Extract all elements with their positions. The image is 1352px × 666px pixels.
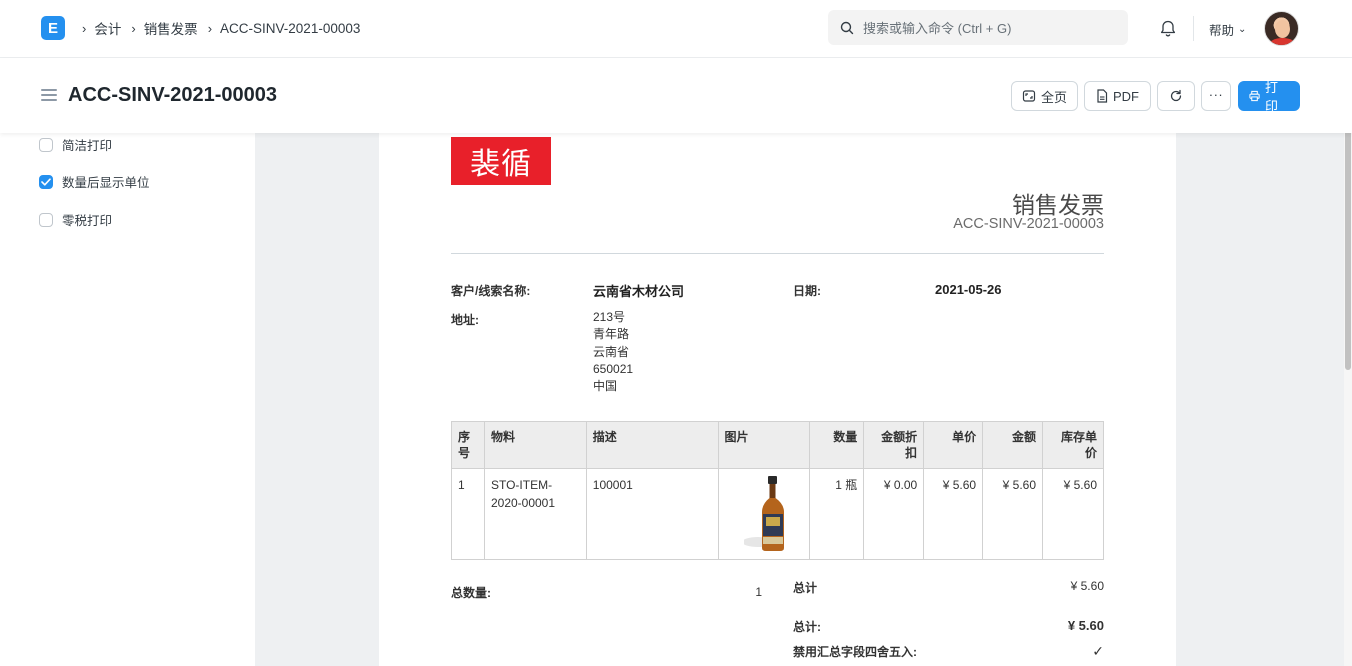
navbar-divider xyxy=(1193,16,1194,41)
customer-value: 云南省木材公司 xyxy=(593,284,685,299)
breadcrumb-accounting[interactable]: 会计 xyxy=(94,18,121,38)
address-line: 650021 xyxy=(593,361,634,376)
help-label: 帮助 xyxy=(1209,24,1235,38)
expand-icon xyxy=(1022,90,1036,102)
total-qty-value: 1 xyxy=(755,585,762,599)
print-button[interactable]: 打印 xyxy=(1238,80,1300,114)
avatar-face xyxy=(1275,20,1290,38)
address-line: 213号 xyxy=(593,310,626,324)
search-icon xyxy=(840,21,854,34)
col-rate: 单价 xyxy=(923,421,984,469)
address-label: 地址: xyxy=(451,313,479,327)
search-placeholder: 搜索或输入命令 (Ctrl + G) xyxy=(863,21,1012,36)
print-options-sidebar: 简洁打印 数量后显示单位 零税打印 xyxy=(0,133,255,666)
cell-stock-rate: ¥ 5.60 xyxy=(1042,468,1104,560)
more-options-button[interactable]: ··· xyxy=(1201,81,1231,111)
full-page-button[interactable]: 全页 xyxy=(1011,81,1078,111)
avatar[interactable] xyxy=(1264,11,1299,46)
sidebar-toggle-icon[interactable] xyxy=(41,89,57,104)
checkbox-checked[interactable] xyxy=(39,174,53,189)
address-line: 青年路 xyxy=(593,327,630,342)
total-qty-label: 总数量: xyxy=(451,586,491,600)
grand-total-value: ¥ 5.60 xyxy=(1067,618,1104,633)
show-uom-after-qty-checkbox[interactable]: 数量后显示单位 xyxy=(39,172,150,191)
total-value: ¥ 5.60 xyxy=(1070,579,1104,593)
chevron-right-icon: › xyxy=(207,20,213,36)
file-icon xyxy=(1097,89,1108,103)
breadcrumb-current-doc[interactable]: ACC-SINV-2021-00003 xyxy=(220,21,360,36)
col-amount: 金额 xyxy=(982,421,1044,469)
table-row: 1 STO-ITEM-2020-00001 100001 1 瓶 ¥ 0.00 … xyxy=(451,468,1104,560)
chevron-right-icon: › xyxy=(82,20,87,36)
grand-total-label: 总计: xyxy=(793,620,821,634)
refresh-icon xyxy=(1170,89,1182,102)
breadcrumb: › 会计 › 销售发票 › ACC-SINV-2021-00003 xyxy=(78,18,364,38)
items-table: 序号 物料 描述 图片 数量 金额折扣 单价 金额 库存单价 1 STO-ITE… xyxy=(451,421,1104,560)
printer-icon xyxy=(1249,90,1260,102)
search-input[interactable]: 搜索或输入命令 (Ctrl + G) xyxy=(828,10,1128,45)
cell-discount: ¥ 0.00 xyxy=(863,468,925,560)
page-head: ACC-SINV-2021-00003 全页 PDF ··· 打印 xyxy=(0,58,1352,133)
customer-label: 客户/线索名称: xyxy=(451,284,531,298)
ellipsis-icon: ··· xyxy=(1208,86,1224,102)
date-label: 日期: xyxy=(793,284,821,298)
app-logo[interactable]: E xyxy=(41,16,65,40)
chevron-down-icon: ⌄ xyxy=(1238,24,1247,35)
cell-item: STO-ITEM-2020-00001 xyxy=(483,468,587,560)
chevron-right-icon: › xyxy=(131,20,136,36)
full-page-label: 全页 xyxy=(1041,89,1068,105)
address-line: 中国 xyxy=(593,379,618,394)
checkbox-unchecked[interactable] xyxy=(39,212,53,227)
compact-print-label: 简洁打印 xyxy=(62,139,113,153)
compact-print-checkbox[interactable]: 简洁打印 xyxy=(39,135,112,154)
col-item: 物料 xyxy=(483,421,587,469)
scrollbar[interactable] xyxy=(1344,58,1352,666)
invoice-heading: 销售发票 xyxy=(1012,192,1104,218)
col-idx: 序号 xyxy=(451,421,485,469)
col-description: 描述 xyxy=(585,421,719,469)
cell-rate: ¥ 5.60 xyxy=(923,468,984,560)
col-image: 图片 xyxy=(717,421,811,469)
refresh-button[interactable] xyxy=(1157,81,1195,111)
check-icon: ✓ xyxy=(1092,643,1104,659)
cell-idx: 1 xyxy=(451,468,485,560)
check-icon xyxy=(41,177,51,186)
divider xyxy=(451,253,1104,254)
page-title: ACC-SINV-2021-00003 xyxy=(68,84,277,106)
company-logo: 裴循 xyxy=(451,137,551,185)
show-uom-label: 数量后显示单位 xyxy=(62,176,150,190)
print-zero-tax-checkbox[interactable]: 零税打印 xyxy=(39,210,112,229)
col-stock-rate: 库存单价 xyxy=(1042,421,1104,469)
address-block: 213号 青年路 云南省 650021 中国 xyxy=(593,309,633,395)
product-image xyxy=(741,476,784,552)
notification-bell-icon[interactable] xyxy=(1159,19,1177,43)
address-line: 云南省 xyxy=(593,344,630,359)
print-zero-tax-label: 零税打印 xyxy=(62,214,113,228)
avatar-shirt xyxy=(1269,38,1296,45)
company-logo-text: 裴循 xyxy=(470,147,532,182)
navbar: E › 会计 › 销售发票 › ACC-SINV-2021-00003 搜索或输… xyxy=(0,0,1352,58)
total-label: 总计 xyxy=(793,581,818,595)
cell-description: 100001 xyxy=(585,468,719,560)
cell-qty: 1 瓶 xyxy=(809,468,865,560)
cell-image xyxy=(717,468,811,560)
checkbox-unchecked[interactable] xyxy=(39,137,53,152)
help-dropdown[interactable]: 帮助 ⌄ xyxy=(1209,20,1246,39)
col-qty: 数量 xyxy=(809,421,865,469)
print-label: 打印 xyxy=(1265,80,1279,114)
invoice-number: ACC-SINV-2021-00003 xyxy=(953,216,1104,232)
breadcrumb-sales-invoice[interactable]: 销售发票 xyxy=(144,18,198,38)
date-value: 2021-05-26 xyxy=(935,282,1002,297)
pdf-label: PDF xyxy=(1113,88,1139,104)
pdf-button[interactable]: PDF xyxy=(1084,81,1151,111)
cell-amount: ¥ 5.60 xyxy=(982,468,1044,560)
disable-rounded-total-label: 禁用汇总字段四舍五入: xyxy=(793,645,917,659)
col-discount: 金额折扣 xyxy=(863,421,925,469)
table-header-row: 序号 物料 描述 图片 数量 金额折扣 单价 金额 库存单价 xyxy=(451,421,1104,469)
